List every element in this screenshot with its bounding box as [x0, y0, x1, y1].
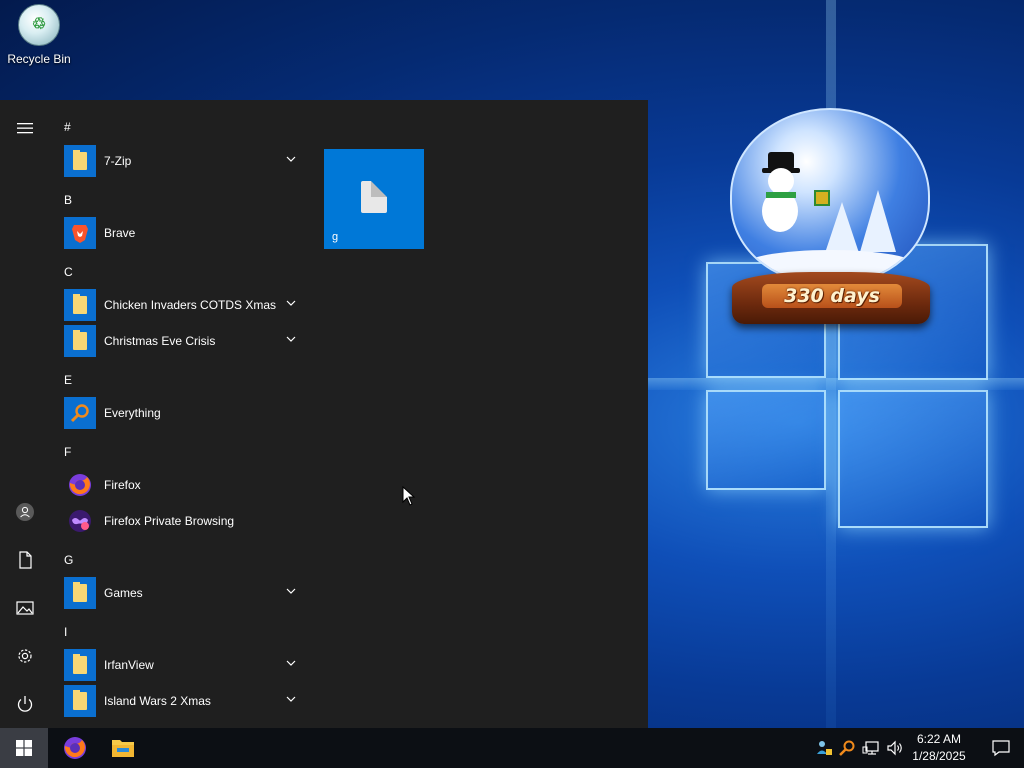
app-name: Chicken Invaders COTDS Xmas: [104, 298, 277, 312]
app-irfanview[interactable]: IrfanView: [64, 648, 308, 682]
network-icon[interactable]: [861, 738, 881, 758]
snow-globe-widget[interactable]: 330 days: [726, 108, 936, 330]
firefox-icon: [64, 737, 86, 759]
app-name: 7-Zip: [104, 154, 132, 168]
chevron-down-icon[interactable]: [286, 586, 296, 596]
app-name: Brave: [104, 226, 136, 240]
notification-center-button[interactable]: [978, 728, 1024, 768]
section-header-b[interactable]: B: [64, 193, 72, 207]
app-firefox[interactable]: Firefox: [64, 468, 308, 502]
chevron-down-icon[interactable]: [286, 298, 296, 308]
section-header-f[interactable]: F: [64, 445, 71, 459]
days-counter: 330 days: [762, 284, 902, 308]
app-list: # 7-Zip B Brave C Chicken Invaders COTDS…: [56, 100, 312, 728]
recycle-bin-icon: ♲: [18, 4, 60, 46]
section-header-i[interactable]: I: [64, 625, 67, 639]
documents-icon[interactable]: [0, 540, 50, 580]
system-clock[interactable]: 6:22 AM 1/28/2025: [904, 731, 974, 765]
clock-date: 1/28/2025: [912, 749, 966, 763]
notification-icon: [992, 740, 1010, 757]
start-menu: # 7-Zip B Brave C Chicken Invaders COTDS…: [0, 100, 648, 728]
folder-icon: [64, 145, 96, 177]
app-name: Firefox: [104, 478, 141, 492]
start-rail: [0, 100, 50, 728]
folder-icon: [64, 685, 96, 717]
network-user-icon[interactable]: [814, 738, 834, 758]
power-icon[interactable]: [0, 684, 50, 724]
everything-search-icon[interactable]: [837, 738, 857, 758]
mouse-cursor-icon: [402, 486, 416, 506]
chevron-down-icon[interactable]: [286, 694, 296, 704]
app-name: Island Wars 2 Xmas: [104, 694, 211, 708]
chevron-down-icon[interactable]: [286, 658, 296, 668]
taskbar-firefox[interactable]: [52, 728, 98, 768]
search-magnifier-icon: [64, 397, 96, 429]
document-icon: [361, 181, 387, 213]
app-7zip[interactable]: 7-Zip: [64, 144, 308, 178]
tile-label: g: [332, 231, 339, 243]
hamburger-menu-icon[interactable]: [0, 108, 50, 148]
chevron-down-icon[interactable]: [286, 154, 296, 164]
app-name: Games: [104, 586, 143, 600]
app-name: Everything: [104, 406, 161, 420]
section-header-c[interactable]: C: [64, 265, 73, 279]
chevron-down-icon[interactable]: [286, 334, 296, 344]
folder-icon: [64, 289, 96, 321]
user-avatar-icon[interactable]: [0, 492, 50, 532]
section-header-hash[interactable]: #: [64, 120, 71, 134]
app-christmas-eve-crisis[interactable]: Christmas Eve Crisis: [64, 324, 308, 358]
app-name: Firefox Private Browsing: [104, 514, 235, 528]
section-header-e[interactable]: E: [64, 373, 72, 387]
app-name: IrfanView: [104, 658, 154, 672]
section-header-g[interactable]: G: [64, 553, 73, 567]
recycle-bin-label: Recycle Bin: [7, 52, 71, 66]
firefox-private-icon: [64, 505, 96, 537]
app-island-wars[interactable]: Island Wars 2 Xmas: [64, 684, 308, 718]
app-brave[interactable]: Brave: [64, 216, 308, 250]
settings-gear-icon[interactable]: [0, 636, 50, 676]
brave-icon: [64, 217, 96, 249]
app-games[interactable]: Games: [64, 576, 308, 610]
app-everything[interactable]: Everything: [64, 396, 308, 430]
pictures-icon[interactable]: [0, 588, 50, 628]
folder-icon: [64, 649, 96, 681]
windows-start-icon: [16, 740, 32, 756]
app-name: Christmas Eve Crisis: [104, 334, 216, 348]
folder-icon: [64, 325, 96, 357]
folder-icon: [64, 577, 96, 609]
volume-icon[interactable]: [885, 738, 905, 758]
tile-g[interactable]: g: [324, 149, 424, 249]
file-explorer-icon: [112, 740, 134, 757]
app-firefox-private-browsing[interactable]: Firefox Private Browsing: [64, 504, 308, 538]
start-button[interactable]: [0, 728, 48, 768]
recycle-bin-shortcut[interactable]: ♲ Recycle Bin: [4, 4, 74, 66]
taskbar-file-explorer[interactable]: [100, 728, 146, 768]
clock-time: 6:22 AM: [916, 732, 962, 746]
wallpaper-pane: [706, 390, 826, 490]
taskbar: 6:22 AM 1/28/2025: [0, 728, 1024, 768]
app-chicken-invaders[interactable]: Chicken Invaders COTDS Xmas: [64, 288, 308, 322]
firefox-icon: [64, 469, 96, 501]
snow-globe-sphere: [730, 108, 930, 284]
wallpaper-pane: [838, 390, 988, 528]
